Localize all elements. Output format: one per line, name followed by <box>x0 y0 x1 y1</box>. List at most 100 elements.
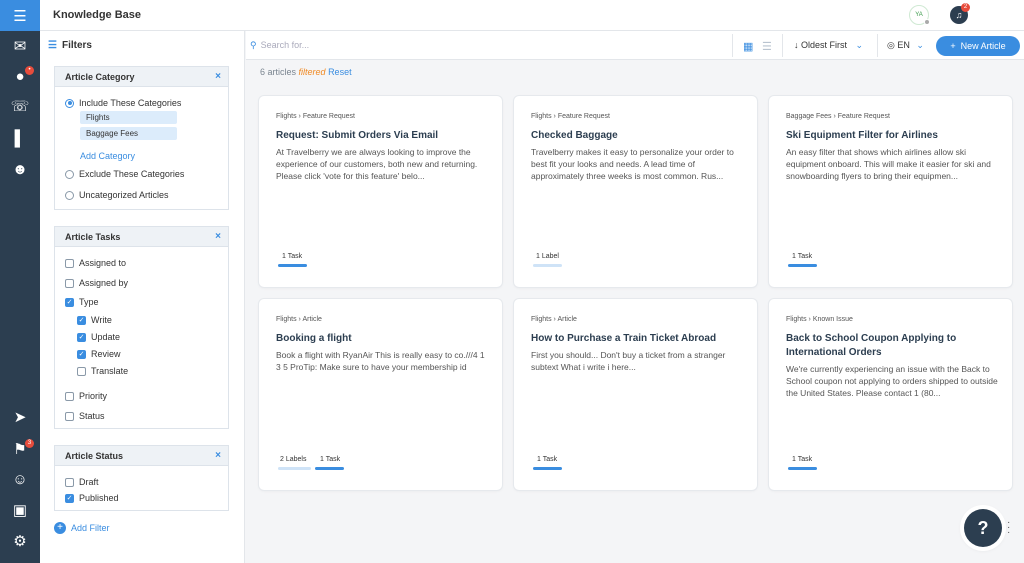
reports-icon[interactable]: ▌ <box>0 123 40 153</box>
radio-exclude[interactable] <box>65 169 74 179</box>
article-excerpt: At Travelberry we are always looking to … <box>276 147 478 181</box>
article-category-header: Article Category × <box>55 67 228 87</box>
update-label: Update <box>91 332 121 342</box>
add-filter-button[interactable]: + Add Filter <box>54 522 110 534</box>
article-breadcrumb: Flights › Article <box>531 316 577 323</box>
checkbox-status[interactable] <box>65 411 74 421</box>
task-bar <box>315 467 344 470</box>
include-categories-label: Include These Categories <box>79 98 182 108</box>
article-breadcrumb: Flights › Feature Request <box>276 113 355 120</box>
new-article-button[interactable]: + New Article <box>936 36 1020 56</box>
sort-label: Oldest First <box>801 40 848 50</box>
help-button[interactable]: ? <box>964 509 1002 547</box>
user-settings-icon[interactable]: ☺ <box>0 464 40 494</box>
checkbox-write[interactable]: ✓ <box>77 315 86 325</box>
add-filter-label: Add Filter <box>71 523 110 533</box>
new-article-label: New Article <box>960 41 1006 51</box>
knowledge-base-icon[interactable]: ☰ <box>0 0 40 31</box>
filters-panel: ☰ Filters Article Category × Include These… <box>40 31 245 563</box>
article-title[interactable]: How to Purchase a Train Ticket Abroad <box>531 332 746 346</box>
radio-uncategorized[interactable] <box>65 190 74 200</box>
label-bar <box>278 467 311 470</box>
translate-option[interactable]: Translate <box>77 366 128 376</box>
article-title[interactable]: Booking a flight <box>276 332 491 346</box>
rocket-icon[interactable]: ➤ <box>0 402 40 432</box>
article-card[interactable]: Flights › Feature Request Checked Baggag… <box>514 96 757 287</box>
type-option[interactable]: ✓ Type <box>65 297 99 307</box>
checkbox-type[interactable]: ✓ <box>65 297 74 307</box>
checkbox-review[interactable]: ✓ <box>77 349 86 359</box>
article-title[interactable]: Checked Baggage <box>531 129 746 143</box>
priority-option[interactable]: Priority <box>65 391 107 401</box>
review-label: Review <box>91 349 121 359</box>
article-title[interactable]: Back to School Coupon Applying to Intern… <box>786 332 1001 360</box>
article-tasks-filter: Article Tasks × Assigned to Assigned by ✓… <box>54 226 229 429</box>
include-categories-option[interactable]: Include These Categories <box>65 98 181 108</box>
headset-icon[interactable]: ☏ <box>0 91 40 121</box>
category-chip-flights[interactable]: Flights <box>80 111 177 124</box>
status-option[interactable]: Status <box>65 411 105 421</box>
checkbox-update[interactable]: ✓ <box>77 332 86 342</box>
checkbox-translate[interactable] <box>77 366 86 376</box>
more-options-icon[interactable]: · · · <box>1007 518 1010 538</box>
notification-badge: 2 <box>961 3 970 12</box>
task-bar <box>278 264 307 267</box>
article-excerpt: We're currently experiencing an issue wi… <box>786 364 998 398</box>
draft-option[interactable]: Draft <box>65 477 99 487</box>
article-tasks-header: Article Tasks × <box>55 227 228 247</box>
write-option[interactable]: ✓ Write <box>77 315 112 325</box>
review-option[interactable]: ✓ Review <box>77 349 121 359</box>
published-option[interactable]: ✓ Published <box>65 493 119 503</box>
label-tag: 2 Labels <box>280 456 307 463</box>
category-chip-baggage-fees[interactable]: Baggage Fees <box>80 127 177 140</box>
contacts-icon[interactable]: ☻ <box>0 154 40 184</box>
article-status-header: Article Status × <box>55 446 228 466</box>
search-input[interactable]: ⚲ Search for... <box>250 40 309 51</box>
sort-dropdown[interactable]: ↓ Oldest First ⌄ <box>794 40 863 51</box>
list-view-icon[interactable]: ☰ <box>762 40 772 53</box>
checkbox-draft[interactable] <box>65 477 74 487</box>
article-card[interactable]: Flights › Article How to Purchase a Trai… <box>514 299 757 490</box>
task-bar <box>788 264 817 267</box>
close-icon[interactable]: × <box>215 450 221 461</box>
filters-title: Filters <box>61 40 92 51</box>
close-icon[interactable]: × <box>215 231 221 242</box>
update-option[interactable]: ✓ Update <box>77 332 120 342</box>
monitor-icon[interactable]: ▣ <box>0 495 40 525</box>
language-label: EN <box>897 40 910 50</box>
conversations-icon[interactable]: ● • <box>0 61 40 91</box>
article-card[interactable]: Baggage Fees › Feature Request Ski Equip… <box>769 96 1012 287</box>
gear-icon[interactable]: ⚙ <box>0 526 40 556</box>
chat-icon[interactable]: ✉ <box>0 31 40 61</box>
article-excerpt: Book a flight with RyanAir This is reall… <box>276 350 485 372</box>
grid-view-icon[interactable]: ▦ <box>743 40 753 53</box>
article-title[interactable]: Request: Submit Orders Via Email <box>276 129 491 143</box>
exclude-categories-option[interactable]: Exclude These Categories <box>65 169 184 179</box>
checkbox-assigned-by[interactable] <box>65 278 74 288</box>
article-card[interactable]: Flights › Article Booking a flight Book … <box>259 299 502 490</box>
checkbox-assigned-to[interactable] <box>65 258 74 268</box>
close-icon[interactable]: × <box>215 71 221 82</box>
toolbar: ⚲ Search for... ▦ ☰ ↓ Oldest First ⌄ ◎ EN… <box>246 31 1024 60</box>
radio-include[interactable] <box>65 98 74 108</box>
announcement-icon[interactable]: ⚑ 3 <box>0 434 40 464</box>
chevron-down-icon: ⌄ <box>855 40 864 50</box>
conversations-badge: • <box>25 66 34 75</box>
results-summary: 6 articles filtered Reset <box>260 67 352 77</box>
article-card[interactable]: Flights › Feature Request Request: Submi… <box>259 96 502 287</box>
language-dropdown[interactable]: ◎ EN ⌄ <box>887 40 924 51</box>
reset-link[interactable]: Reset <box>328 67 352 77</box>
add-category-link[interactable]: Add Category <box>80 151 135 161</box>
assigned-by-option[interactable]: Assigned by <box>65 278 128 288</box>
write-label: Write <box>91 315 112 325</box>
label-tag: 1 Label <box>536 253 559 260</box>
assigned-to-option[interactable]: Assigned to <box>65 258 126 268</box>
article-category-title: Article Category <box>65 72 135 82</box>
uncategorized-option[interactable]: Uncategorized Articles <box>65 190 169 200</box>
checkbox-published[interactable]: ✓ <box>65 493 74 503</box>
checkbox-priority[interactable] <box>65 391 74 401</box>
article-title[interactable]: Ski Equipment Filter for Airlines <box>786 129 1001 143</box>
article-card[interactable]: Flights › Known Issue Back to School Cou… <box>769 299 1012 490</box>
task-tag: 1 Task <box>537 456 558 463</box>
arrow-down-icon: ↓ <box>794 40 799 50</box>
